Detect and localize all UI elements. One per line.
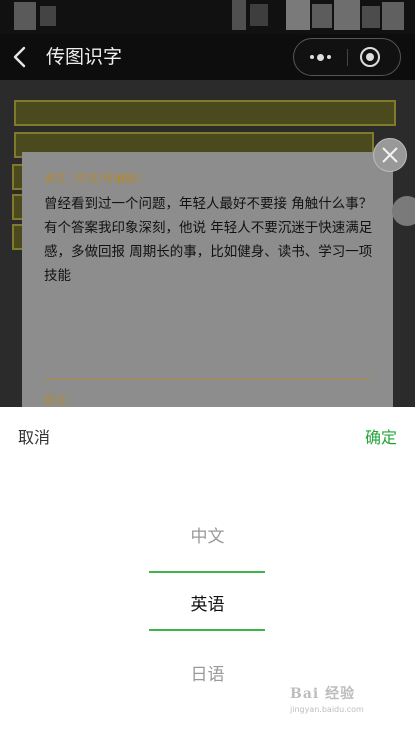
chevron-left-icon — [13, 46, 26, 68]
pixelated-block — [312, 4, 332, 28]
highlight-bar — [14, 100, 396, 126]
language-picker[interactable]: 中文 英语 日语 — [0, 502, 415, 702]
picker-selection-bottom-line — [149, 629, 265, 631]
pixelated-block — [250, 4, 268, 26]
picker-selection-top-line — [149, 571, 265, 573]
pixelated-block — [14, 2, 36, 30]
capsule-divider — [347, 49, 348, 66]
pixelated-block — [362, 6, 380, 28]
pixelated-block — [334, 0, 360, 30]
more-button[interactable] — [294, 39, 347, 75]
confirm-button[interactable]: 确定 — [365, 424, 397, 448]
picker-option-english[interactable]: 英语 — [0, 590, 415, 615]
divider — [44, 379, 371, 380]
picker-option-japanese[interactable]: 日语 — [0, 660, 415, 685]
back-button[interactable] — [10, 42, 34, 72]
pixelated-block — [232, 0, 246, 30]
side-handle[interactable] — [392, 196, 415, 226]
pixelated-block — [382, 2, 404, 30]
close-miniprogram-icon[interactable] — [360, 47, 380, 67]
status-bar — [0, 0, 415, 34]
translation-label: 译文（中文/可编辑）： — [44, 172, 153, 185]
close-icon — [382, 147, 398, 163]
translation-textarea[interactable]: 曾经看到过一个问题，年轻人最好不要接 角触什么事？有个答案我印象深刻，他说 年轻… — [44, 192, 374, 288]
pixelated-block — [40, 6, 56, 26]
baidu-jingyan-watermark: Bai 经验 jingyan.baidu.com — [290, 683, 364, 714]
nav-bar: 传图识字 — [0, 34, 415, 80]
miniprogram-capsule — [293, 38, 401, 76]
watermark-url: jingyan.baidu.com — [290, 705, 364, 714]
original-label: 原文： — [44, 394, 77, 407]
close-card-button[interactable] — [373, 138, 407, 172]
watermark-text: Bai 经验 — [290, 686, 356, 702]
cancel-button[interactable]: 取消 — [18, 424, 50, 448]
picker-option-chinese[interactable]: 中文 — [0, 522, 415, 547]
translation-card: 译文（中文/可编辑）： 曾经看到过一个问题，年轻人最好不要接 角触什么事？有个答… — [22, 152, 393, 407]
page-title: 传图识字 — [46, 46, 123, 68]
pixelated-block — [286, 0, 310, 30]
